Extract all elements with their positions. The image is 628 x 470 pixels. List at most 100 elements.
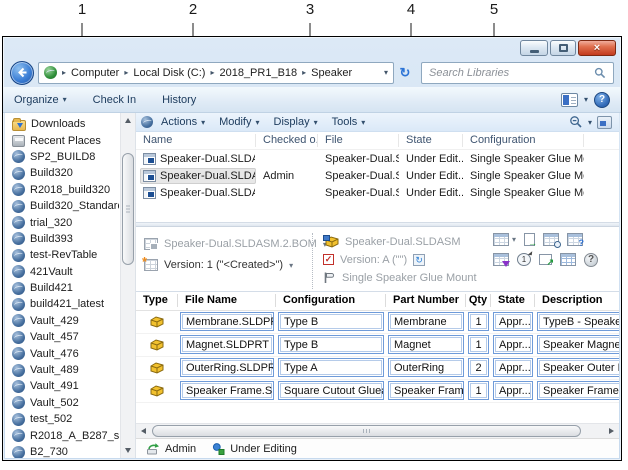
selected-name-cell[interactable]: Speaker-Dual.SLDAS...	[140, 168, 256, 184]
column-header-state[interactable]: State	[491, 294, 535, 307]
cell-qty[interactable]: 1	[468, 335, 489, 354]
cell-file-name[interactable]: OuterRing.SLDPRT	[180, 358, 274, 377]
sidebar-item-recent-places[interactable]: Recent Places	[12, 132, 119, 148]
cell-part-number[interactable]: OuterRing	[388, 358, 464, 377]
refresh-button[interactable]: ↻	[394, 62, 416, 84]
sidebar-item-downloads[interactable]: Downloads	[12, 116, 119, 132]
organize-menu[interactable]: Organize ▾	[14, 94, 67, 106]
column-header-configuration[interactable]: Configuration	[276, 294, 386, 307]
sidebar-item-vault[interactable]: Vault_502	[12, 395, 119, 411]
scrollbar-thumb[interactable]	[152, 425, 581, 437]
cell-description[interactable]: Speaker Magnet	[537, 335, 619, 354]
breadcrumb-item-local-disk[interactable]: Local Disk (C:)	[133, 67, 205, 79]
column-header-part-number[interactable]: Part Number	[386, 294, 466, 307]
column-header-file-name[interactable]: File Name	[178, 294, 276, 307]
history-button[interactable]: History	[162, 94, 196, 106]
column-header-name[interactable]: Name	[136, 134, 256, 147]
sidebar-item-vault[interactable]: Build393	[12, 231, 119, 247]
column-header-description[interactable]: Description	[535, 294, 619, 307]
cell-part-number[interactable]: Membrane	[388, 312, 464, 331]
breadcrumb-item-speaker[interactable]: Speaker	[311, 67, 352, 79]
sidebar-item-vault[interactable]: trial_320	[12, 214, 119, 230]
sidebar-item-vault[interactable]: Build421	[12, 280, 119, 296]
column-header-state[interactable]: State	[399, 134, 463, 147]
cell-configuration[interactable]: Type B	[278, 312, 384, 331]
views-icon[interactable]	[561, 93, 578, 107]
file-row-selected[interactable]: Speaker-Dual.SLDAS... Admin Speaker-Dual…	[136, 167, 619, 184]
check-in-bom-icon[interactable]: →	[524, 233, 535, 246]
maximize-button[interactable]	[550, 40, 576, 56]
sidebar-item-vault[interactable]: 421Vault	[12, 264, 119, 280]
horizontal-scrollbar[interactable]	[136, 423, 619, 438]
sidebar-item-vault[interactable]: SP2_BUILD8	[12, 149, 119, 165]
sidebar-item-vault[interactable]: Vault_457	[12, 329, 119, 345]
scroll-down-button[interactable]	[121, 443, 135, 458]
close-button[interactable]: ×	[578, 40, 616, 56]
preview-pane-icon[interactable]	[597, 116, 612, 129]
table-view-icon[interactable]	[560, 253, 576, 266]
go-to-icon[interactable]: 1	[517, 253, 531, 266]
version-checkbox-icon[interactable]: ✓	[323, 254, 334, 265]
cell-qty[interactable]: 1	[468, 381, 489, 400]
cell-qty[interactable]: 1	[468, 312, 489, 331]
scroll-right-button[interactable]	[604, 424, 619, 438]
bom-help-icon[interactable]: ?	[584, 253, 598, 267]
scrollbar-thumb[interactable]	[122, 153, 134, 265]
column-header-qty[interactable]: Qty	[466, 294, 491, 307]
zoom-dropdown-icon[interactable]: ▾	[588, 118, 592, 127]
cell-part-number[interactable]: Speaker Frame	[388, 381, 464, 400]
file-row[interactable]: Speaker-Dual.SLDAS... Speaker-Dual.S... …	[136, 150, 619, 167]
breadcrumb[interactable]: ▸ Computer ▸ Local Disk (C:) ▸ 2018_PR1_…	[38, 62, 394, 84]
views-dropdown-icon[interactable]: ▾	[584, 95, 588, 104]
menu-display[interactable]: Display▾	[268, 116, 324, 128]
minimize-button[interactable]	[520, 40, 548, 56]
menu-actions[interactable]: Actions▾	[155, 116, 211, 128]
cell-description[interactable]: TypeB - Speaker Me	[537, 312, 619, 331]
export-bom-icon[interactable]: ↗	[539, 254, 552, 265]
cell-file-name[interactable]: Speaker Frame.SLD...	[180, 381, 274, 400]
sidebar-scrollbar[interactable]	[120, 113, 135, 458]
cell-description[interactable]: Speaker Frame Glue	[537, 381, 619, 400]
bom-version-dropdown[interactable]: Version: 1 ("<Created>") ▾	[144, 255, 327, 276]
column-header-type[interactable]: Type	[136, 294, 178, 307]
sidebar-item-vault[interactable]: B2_730	[12, 444, 119, 458]
column-header-configuration[interactable]: Configuration	[463, 134, 584, 147]
file-row[interactable]: Speaker-Dual.SLDAS... Speaker-Dual.S... …	[136, 184, 619, 201]
sidebar-item-vault[interactable]: Vault_476	[12, 345, 119, 361]
cell-configuration[interactable]: Square Cutout Glueable	[278, 381, 384, 400]
cell-qty[interactable]: 2	[468, 358, 489, 377]
cell-file-name[interactable]: Membrane.SLDPRT	[180, 312, 274, 331]
zoom-out-icon[interactable]	[569, 115, 583, 129]
check-in-button[interactable]: Check In	[93, 94, 136, 106]
cell-configuration[interactable]: Type B	[278, 335, 384, 354]
cell-description[interactable]: Speaker Outer Ring	[537, 358, 619, 377]
cell-state[interactable]: Appr...	[493, 358, 533, 377]
find-in-bom-icon[interactable]	[543, 233, 559, 246]
sidebar-item-vault[interactable]: Build320	[12, 165, 119, 181]
help-button[interactable]: ?	[594, 92, 610, 108]
menu-modify[interactable]: Modify▾	[213, 116, 265, 128]
back-button[interactable]	[10, 61, 34, 85]
scroll-left-button[interactable]	[136, 424, 151, 438]
sidebar-item-vault[interactable]: R2018_A_B287_std	[12, 427, 119, 443]
breadcrumb-item-computer[interactable]: Computer	[71, 67, 119, 79]
cell-configuration[interactable]: Type A	[278, 358, 384, 377]
cell-state[interactable]: Appr...	[493, 335, 533, 354]
bom-type-dropdown-icon[interactable]: ▾	[512, 235, 516, 244]
sidebar-item-vault[interactable]: Vault_491	[12, 378, 119, 394]
cell-file-name[interactable]: Magnet.SLDPRT	[180, 335, 274, 354]
bom-name-dropdown[interactable]: Speaker-Dual.SLDASM.2.BOM ▾	[144, 234, 327, 255]
bom-info-icon[interactable]: ?	[567, 233, 583, 246]
sidebar-item-vault[interactable]: Build320_Standard	[12, 198, 119, 214]
column-header-file[interactable]: File	[318, 134, 399, 147]
bom-type-icon[interactable]	[493, 233, 509, 246]
cell-state[interactable]: Appr...	[493, 381, 533, 400]
sidebar-item-vault[interactable]: R2018_build320	[12, 182, 119, 198]
menu-tools[interactable]: Tools▾	[326, 116, 372, 128]
sidebar-item-vault[interactable]: test_502	[12, 411, 119, 427]
cell-state[interactable]: Appr...	[493, 312, 533, 331]
address-dropdown-icon[interactable]: ▾	[380, 68, 388, 77]
sidebar-item-vault[interactable]: build421_latest	[12, 296, 119, 312]
update-version-icon[interactable]: ↻	[413, 254, 425, 266]
sidebar-item-vault[interactable]: Vault_429	[12, 313, 119, 329]
